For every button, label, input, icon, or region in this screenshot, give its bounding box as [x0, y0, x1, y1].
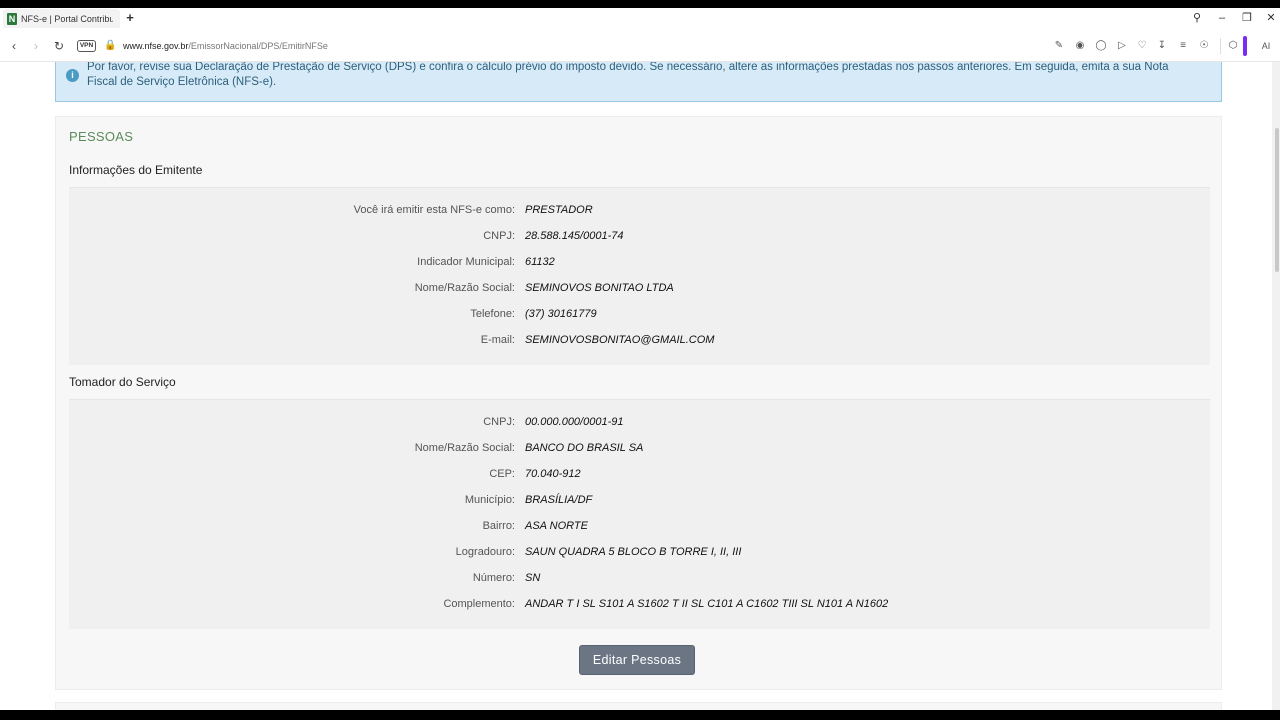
field-label: Você irá emitir esta NFS-e como: — [353, 204, 515, 216]
emitente-panel: Você irá emitir esta NFS-e como: PRESTAD… — [69, 187, 1210, 365]
tomador-row: CNPJ: 00.000.000/0001-91 — [69, 416, 1210, 430]
field-value: 61132 — [525, 256, 555, 268]
search-icon[interactable]: ⚲ — [1190, 11, 1204, 25]
url-host: www.nfse.gov.br — [123, 41, 189, 51]
field-value: 28.588.145/0001-74 — [525, 230, 624, 242]
field-value: BRASÍLIA/DF — [525, 494, 593, 506]
alert-text: Por favor, revise sua Declaração de Pres… — [87, 62, 1169, 88]
emitente-row: E-mail: SEMINOVOSBONITAO@GMAIL.COM — [69, 334, 1210, 348]
emitente-row: CNPJ: 28.588.145/0001-74 — [69, 230, 1210, 244]
field-value: 00.000.000/0001-91 — [525, 416, 624, 428]
tomador-row: Município: BRASÍLIA/DF — [69, 494, 1210, 508]
field-label: Nome/Razão Social: — [414, 282, 515, 294]
field-label: Telefone: — [470, 308, 515, 320]
restore-icon[interactable]: ❐ — [1240, 11, 1254, 25]
heart-icon[interactable]: ♡ — [1136, 40, 1148, 52]
field-label: Complemento: — [443, 598, 515, 610]
scrollbar-thumb[interactable] — [1275, 128, 1279, 272]
close-icon[interactable]: ✕ — [1264, 11, 1278, 25]
lock-icon[interactable]: 🔒 — [104, 40, 116, 51]
vpn-badge[interactable]: VPN — [77, 40, 96, 52]
toolbar-divider — [1220, 38, 1221, 54]
address-bar[interactable]: www.nfse.gov.br/EmissorNacional/DPS/Emit… — [123, 41, 328, 51]
field-value: BANCO DO BRASIL SA — [525, 442, 644, 454]
field-value: PRESTADOR — [525, 204, 593, 216]
emitente-row: Telefone: (37) 30161779 — [69, 308, 1210, 322]
minimize-icon[interactable]: – — [1215, 11, 1229, 25]
field-label: Número: — [472, 572, 515, 584]
shield-icon[interactable]: ◯ — [1095, 40, 1107, 52]
field-label: CNPJ: — [483, 230, 515, 242]
field-value: SEMINOVOSBONITAO@GMAIL.COM — [525, 334, 715, 346]
url-path: /EmissorNacional/DPS/EmitirNFSe — [188, 41, 328, 51]
ai-button[interactable]: AI — [1256, 40, 1276, 52]
play-icon[interactable]: ▷ — [1116, 40, 1128, 52]
field-value: SAUN QUADRA 5 BLOCO B TORRE I, II, III — [525, 546, 742, 558]
browser-titlebar: N NFS-e | Portal Contribuinte + ⚲ – ❐ ✕ — [0, 8, 1280, 30]
tomador-row: Logradouro: SAUN QUADRA 5 BLOCO B TORRE … — [69, 546, 1210, 560]
menu-icon[interactable]: ≡ — [1177, 40, 1189, 52]
field-label: E-mail: — [480, 334, 515, 346]
page-viewport: i Por favor, revise sua Declaração de Pr… — [0, 62, 1280, 710]
browser-navbar: ‹ › ↻ VPN 🔒 www.nfse.gov.br/EmissorNacio… — [0, 30, 1280, 62]
download-icon[interactable]: ↧ — [1156, 40, 1168, 52]
field-label: CNPJ: — [483, 416, 515, 428]
info-icon: i — [66, 69, 79, 82]
browser-tab[interactable]: N NFS-e | Portal Contribuinte — [3, 9, 120, 28]
extension-icon[interactable]: ⬡ — [1227, 40, 1239, 52]
tomador-row: Complemento: ANDAR T I SL S101 A S1602 T… — [69, 598, 1210, 612]
emitente-heading: Informações do Emitente — [69, 163, 203, 177]
field-value: (37) 30161779 — [525, 308, 597, 320]
tomador-heading: Tomador do Serviço — [69, 375, 176, 389]
field-label: Indicador Municipal: — [417, 256, 515, 268]
field-value: 70.040-912 — [525, 468, 581, 480]
tomador-row: Número: SN — [69, 572, 1210, 586]
field-label: Nome/Razão Social: — [414, 442, 515, 454]
field-label: CEP: — [489, 468, 515, 480]
tomador-row: Bairro: ASA NORTE — [69, 520, 1210, 534]
forward-icon[interactable]: › — [29, 39, 43, 53]
field-value: ASA NORTE — [525, 520, 588, 532]
edit-icon[interactable]: ✎ — [1053, 40, 1065, 52]
emitente-row: Nome/Razão Social: SEMINOVOS BONITAO LTD… — [69, 282, 1210, 296]
tab-title: NFS-e | Portal Contribuinte — [21, 13, 113, 24]
tomador-row: CEP: 70.040-912 — [69, 468, 1210, 482]
new-tab-icon[interactable]: + — [123, 11, 137, 25]
section-title: PESSOAS — [69, 129, 134, 144]
field-value: ANDAR T I SL S101 A S1602 T II SL C101 A… — [525, 598, 889, 610]
reload-icon[interactable]: ↻ — [52, 39, 66, 53]
ai-label: AI — [1261, 41, 1271, 51]
pessoas-card: PESSOAS Informações do Emitente Você irá… — [55, 116, 1222, 690]
nfse-favicon-icon: N — [7, 12, 17, 25]
page-scrollbar[interactable] — [1272, 62, 1280, 710]
camera-icon[interactable]: ◉ — [1074, 40, 1086, 52]
tomador-row: Nome/Razão Social: BANCO DO BRASIL SA — [69, 442, 1210, 456]
emitente-row: Indicador Municipal: 61132 — [69, 256, 1210, 270]
profile-icon[interactable]: ☉ — [1198, 40, 1210, 52]
field-label: Município: — [464, 494, 515, 506]
sidebar-indicator — [1243, 36, 1247, 56]
back-icon[interactable]: ‹ — [7, 39, 21, 53]
field-label: Bairro: — [482, 520, 515, 532]
next-section-card — [55, 702, 1222, 710]
tomador-panel: CNPJ: 00.000.000/0001-91 Nome/Razão Soci… — [69, 399, 1210, 629]
field-label: Logradouro: — [455, 546, 515, 558]
field-value: SEMINOVOS BONITAO LTDA — [525, 282, 674, 294]
field-value: SN — [525, 572, 541, 584]
emitente-row: Você irá emitir esta NFS-e como: PRESTAD… — [69, 204, 1210, 218]
info-alert: i Por favor, revise sua Declaração de Pr… — [55, 62, 1222, 102]
edit-pessoas-button[interactable]: Editar Pessoas — [579, 645, 695, 675]
